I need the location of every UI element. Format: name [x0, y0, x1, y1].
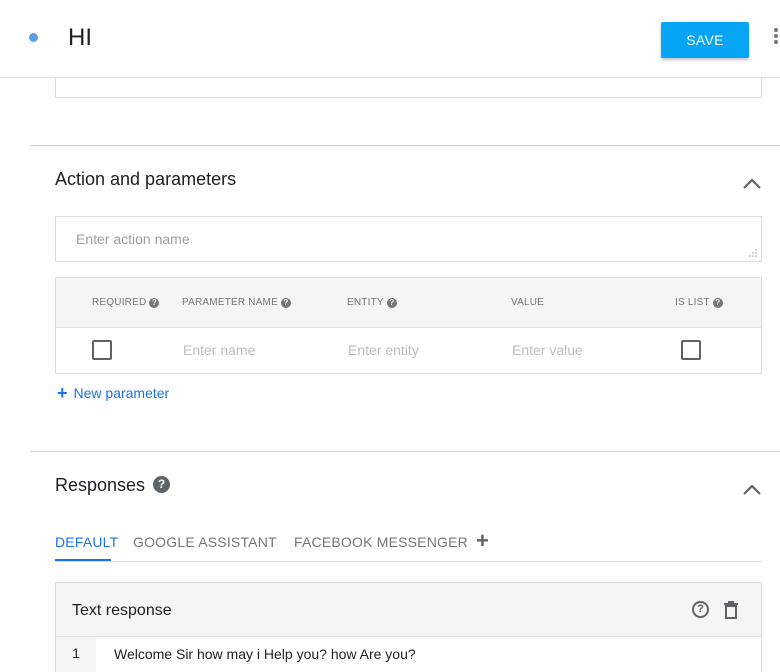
response-text[interactable]: Welcome Sir how may i Help you? how Are … — [114, 646, 416, 662]
value-input[interactable] — [512, 342, 652, 358]
text-response-header: Text response ? — [56, 583, 761, 637]
intent-editor-page: HI SAVE Action and parameters REQUIRED ?… — [0, 0, 780, 672]
help-icon[interactable]: ? — [386, 297, 397, 308]
responses-help-icon[interactable]: ? — [153, 476, 170, 493]
column-header-is-list: IS LIST ? — [675, 297, 723, 308]
add-platform-plus-icon[interactable]: + — [476, 528, 489, 554]
tab-google-assistant[interactable]: GOOGLE ASSISTANT — [133, 534, 277, 550]
column-header-required: REQUIRED ? — [92, 297, 160, 308]
help-icon[interactable]: ? — [149, 297, 160, 308]
intent-title[interactable]: HI — [68, 24, 92, 52]
section-divider — [30, 145, 780, 146]
plus-icon: + — [57, 383, 68, 403]
status-dot-icon — [29, 33, 38, 42]
help-icon[interactable]: ? — [280, 297, 291, 308]
more-vert-icon[interactable] — [774, 28, 780, 48]
help-icon[interactable]: ? — [692, 601, 709, 618]
column-header-value: VALUE — [511, 297, 545, 308]
save-button[interactable]: SAVE — [661, 22, 749, 58]
new-parameter-link[interactable]: + New parameter — [57, 383, 169, 403]
row-number: 1 — [56, 637, 96, 672]
parameters-table-header: REQUIRED ? PARAMETER NAME ? ENTITY ? VAL… — [56, 278, 761, 328]
intent-header: HI SAVE — [0, 0, 780, 78]
parameter-row — [56, 328, 761, 374]
delete-trash-icon[interactable] — [723, 601, 739, 619]
is-list-checkbox[interactable] — [681, 340, 701, 360]
parameter-name-input[interactable] — [183, 342, 323, 358]
action-name-field[interactable] — [55, 216, 762, 262]
response-platform-tabs: DEFAULT GOOGLE ASSISTANT FACEBOOK MESSEN… — [55, 520, 762, 562]
help-icon[interactable]: ? — [712, 297, 723, 308]
resize-grip-icon[interactable] — [749, 249, 757, 257]
column-header-entity: ENTITY ? — [347, 297, 397, 308]
responses-section-title: Responses — [55, 475, 146, 495]
section-divider — [30, 451, 780, 452]
parameters-table: REQUIRED ? PARAMETER NAME ? ENTITY ? VAL… — [55, 277, 762, 374]
text-response-title: Text response — [72, 602, 172, 619]
collapse-action-chevron-icon[interactable] — [742, 178, 762, 190]
column-header-parameter-name: PARAMETER NAME ? — [182, 297, 291, 308]
action-section-title: Action and parameters — [55, 169, 237, 189]
text-response-row[interactable]: 1 Welcome Sir how may i Help you? how Ar… — [56, 637, 761, 672]
collapse-responses-chevron-icon[interactable] — [742, 484, 762, 496]
active-tab-indicator — [55, 559, 111, 561]
required-checkbox[interactable] — [92, 340, 112, 360]
entity-input[interactable] — [348, 342, 488, 358]
tab-default[interactable]: DEFAULT — [55, 534, 118, 550]
action-name-input[interactable] — [56, 217, 761, 261]
tab-facebook-messenger[interactable]: FACEBOOK MESSENGER — [294, 534, 468, 550]
text-response-card: Text response ? 1 Welcome Sir how may i … — [55, 582, 762, 672]
